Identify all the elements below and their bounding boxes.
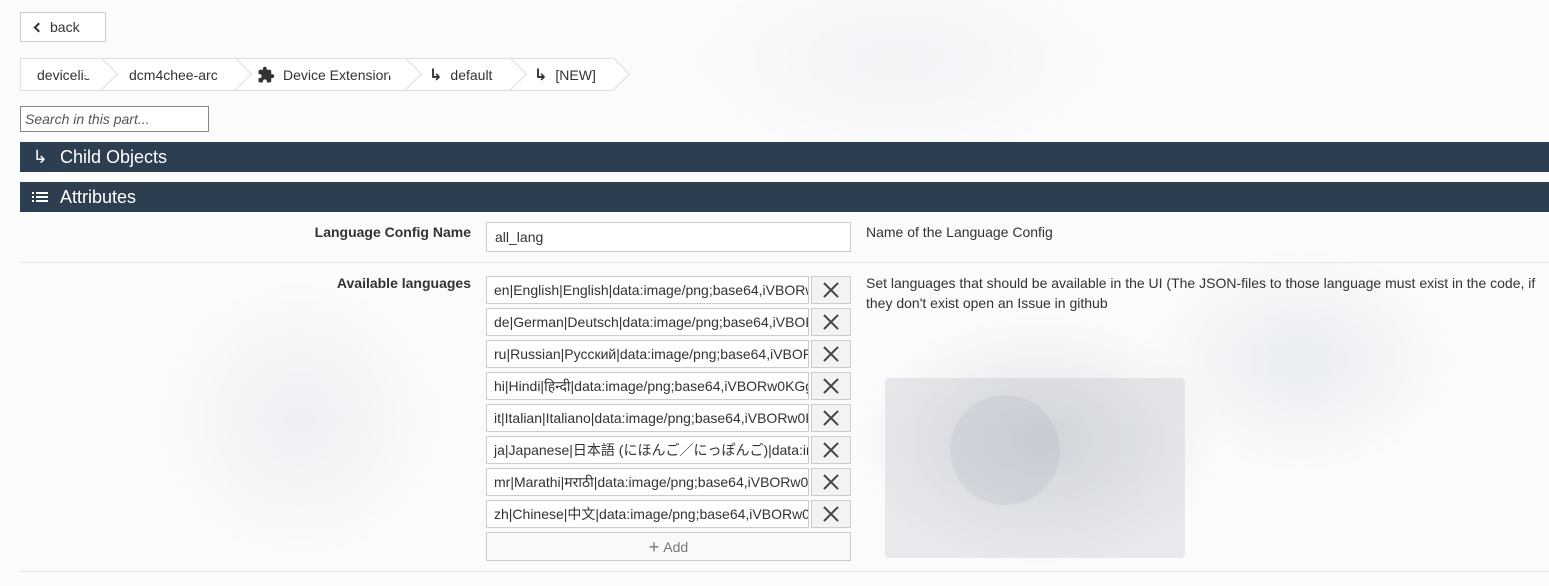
close-icon (823, 378, 839, 394)
background-shape (950, 395, 1060, 505)
back-button[interactable]: back (20, 12, 106, 42)
language-input[interactable]: en|English|English|data:image/png;base64… (486, 276, 809, 304)
language-input[interactable]: it|Italian|Italiano|data:image/png;base6… (486, 404, 809, 432)
remove-language-button[interactable] (811, 340, 851, 368)
breadcrumb-dcm4chee-arc[interactable]: dcm4chee-arc (101, 58, 235, 91)
remove-language-button[interactable] (811, 308, 851, 336)
panel-title: Attributes (60, 186, 137, 207)
child-arrow-icon: ↳ (32, 146, 48, 167)
child-arrow-icon: ↳ (534, 66, 548, 84)
breadcrumb-label: Device Extension (283, 66, 392, 83)
panel-title: Child Objects (60, 146, 168, 167)
remove-language-button[interactable] (811, 276, 851, 304)
divider (20, 571, 1549, 572)
breadcrumb-device-extension[interactable]: Device Extension (235, 58, 405, 91)
language-input[interactable]: zh|Chinese|中文|data:image/png;base64,iVBO… (486, 500, 809, 528)
add-label: Add (663, 538, 689, 555)
plus-icon: + (648, 536, 660, 557)
remove-language-button[interactable] (811, 500, 851, 528)
breadcrumb: devicelist dcm4chee-arc Device Extension… (20, 58, 613, 91)
breadcrumb-label: dcm4chee-arc (129, 66, 218, 83)
available-languages-description: Set languages that should be available i… (866, 275, 1536, 311)
search-input[interactable] (20, 106, 209, 132)
breadcrumb-label: devicelist (37, 66, 95, 83)
breadcrumb-label: [NEW] (555, 66, 596, 83)
close-icon (823, 506, 839, 522)
remove-language-button[interactable] (811, 404, 851, 432)
remove-language-button[interactable] (811, 436, 851, 464)
close-icon (823, 474, 839, 490)
remove-language-button[interactable] (811, 372, 851, 400)
language-input[interactable]: de|German|Deutsch|data:image/png;base64,… (486, 308, 809, 336)
close-icon (823, 282, 839, 298)
child-arrow-icon: ↳ (429, 66, 443, 84)
list-icon (20, 191, 60, 203)
breadcrumb-devicelist[interactable]: devicelist (20, 58, 101, 91)
close-icon (823, 346, 839, 362)
language-config-name-input[interactable]: all_lang (486, 222, 851, 252)
close-icon (823, 442, 839, 458)
language-input[interactable]: mr|Marathi|मराठी|data:image/png;base64,i… (486, 468, 809, 496)
close-icon (823, 314, 839, 330)
back-label: back (50, 19, 80, 35)
add-language-button[interactable]: + Add (486, 532, 851, 561)
language-input[interactable]: hi|Hindi|हिन्दी|data:image/png;base64,iV… (486, 372, 809, 400)
child-objects-header[interactable]: ↳ Child Objects (20, 142, 1549, 172)
close-icon (823, 410, 839, 426)
remove-language-button[interactable] (811, 468, 851, 496)
chevron-left-icon (33, 22, 44, 32)
attributes-header[interactable]: Attributes (20, 182, 1549, 212)
available-languages-label: Available languages (336, 275, 471, 291)
language-config-name-description: Name of the Language Config (866, 224, 1053, 240)
language-input[interactable]: ru|Russian|Русский|data:image/png;base64… (486, 340, 809, 368)
divider (20, 262, 1549, 263)
breadcrumb-label: default (450, 66, 493, 83)
language-config-name-label: Language Config Name (314, 224, 471, 240)
puzzle-icon (258, 66, 275, 82)
language-input[interactable]: ja|Japanese|日本語 (にほんご／にっぽんご)|data:image/… (486, 436, 809, 464)
